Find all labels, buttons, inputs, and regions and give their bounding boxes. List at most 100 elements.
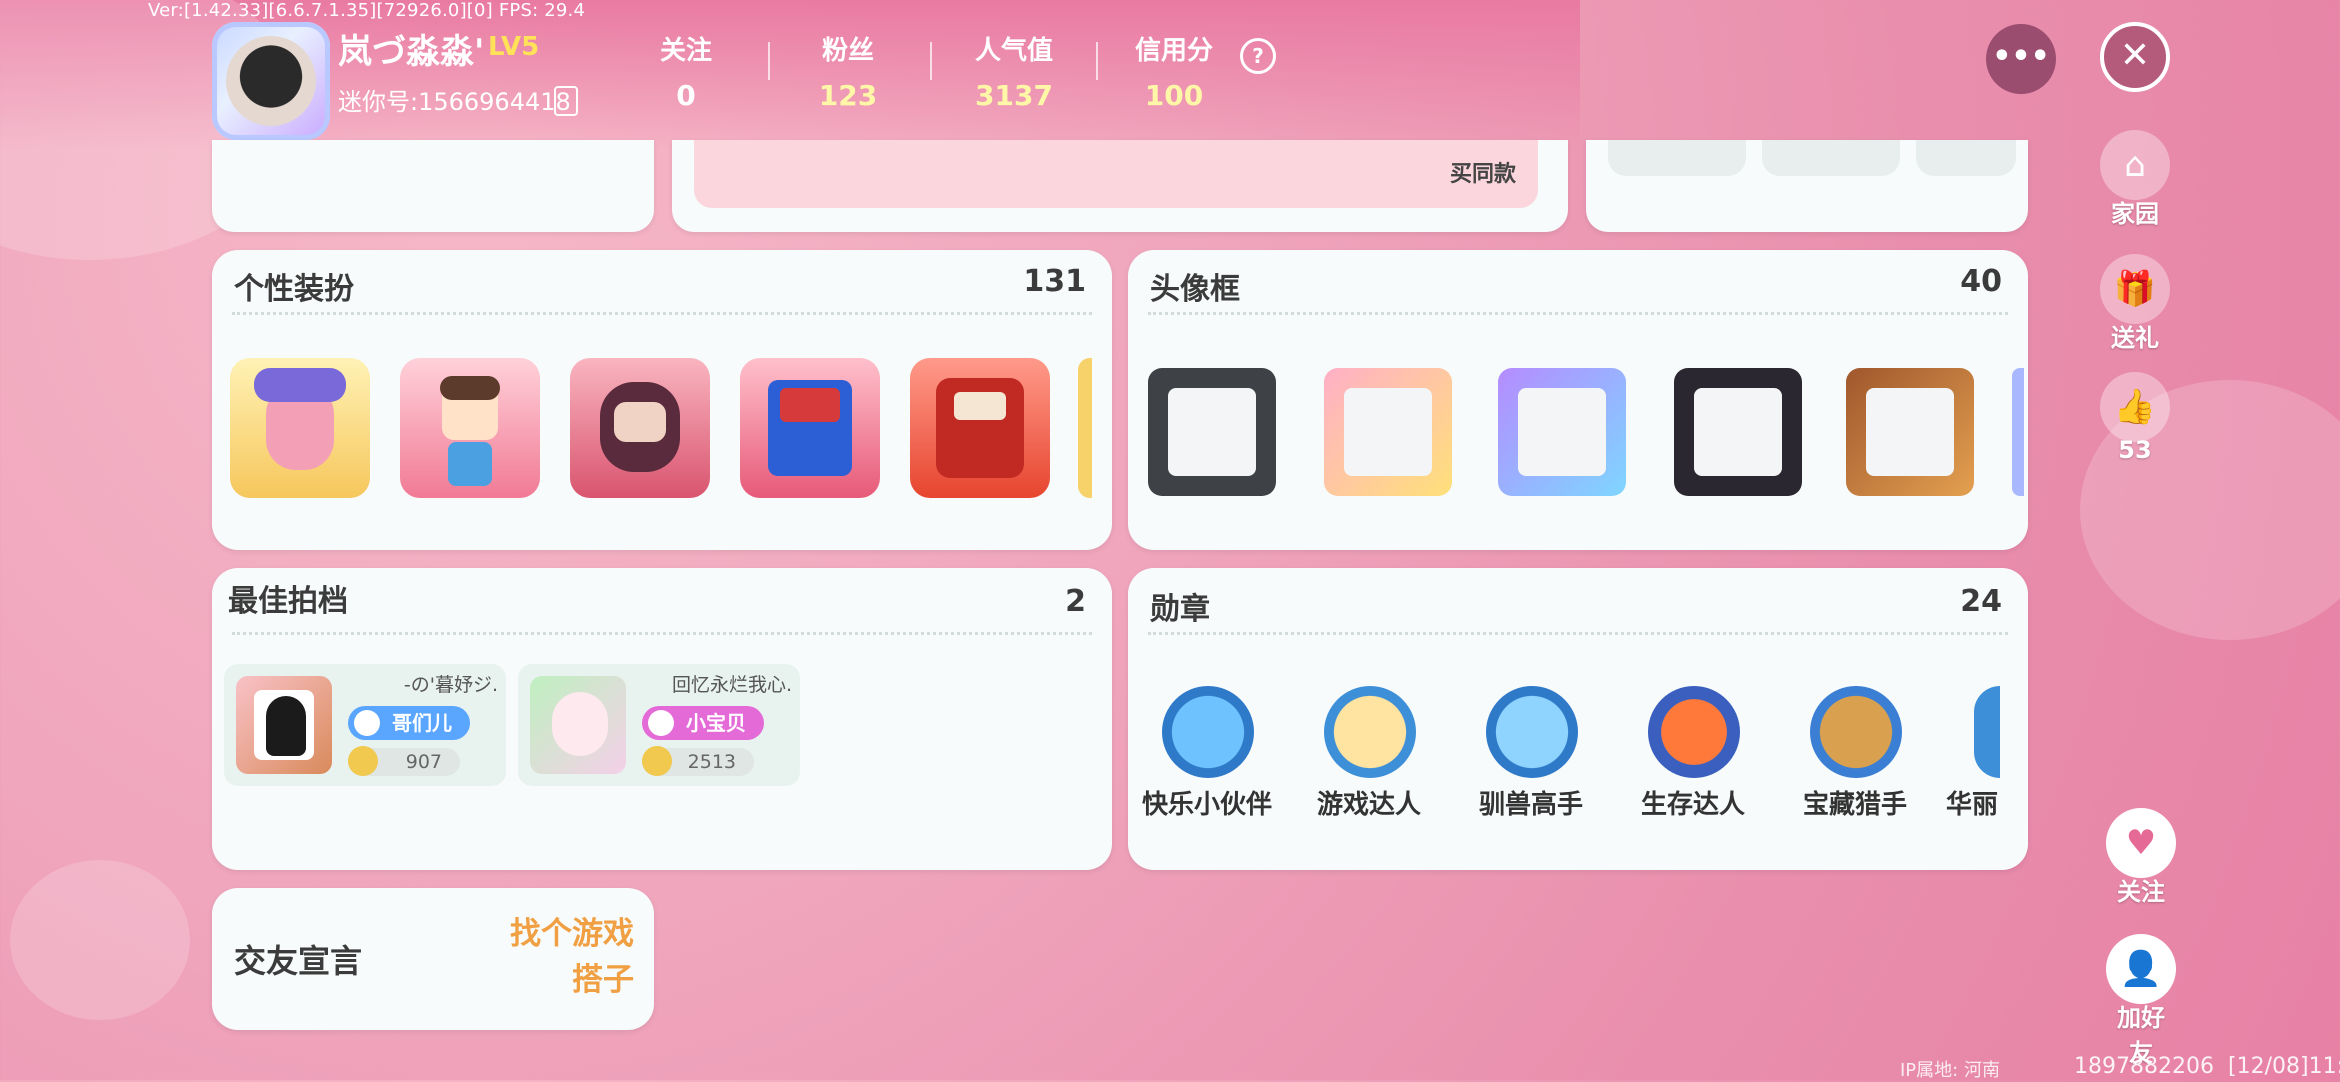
dotted-divider: [232, 632, 1092, 635]
copy-icon[interactable]: [554, 86, 578, 116]
divider: [930, 42, 932, 80]
profile-nickname: 岚づ淼淼': [338, 32, 485, 72]
frame-mech[interactable]: [1148, 368, 1276, 496]
add-friend-button[interactable]: 👤 加好友: [2106, 934, 2176, 1068]
timestamp: [12/08]11:2: [2228, 1054, 2340, 1079]
stat-value: 0: [676, 79, 696, 112]
best-partners-panel[interactable]: 最佳拍档 2 -の'暮妤ジ. 哥们儿 907 回忆永烂我心. 小宝贝 2513: [212, 568, 1112, 870]
close-button[interactable]: ✕: [2100, 22, 2170, 92]
add-user-icon: 👤: [2106, 934, 2176, 1004]
outfits-panel[interactable]: 个性装扮 131: [212, 250, 1112, 550]
stat-popularity[interactable]: 人气值 3137: [944, 30, 1084, 112]
section-count: 40: [1960, 264, 2002, 299]
coin-icon: [642, 746, 672, 776]
frame-forest[interactable]: [1846, 368, 1974, 496]
partner-tag-label: 哥们儿: [392, 711, 452, 735]
dotted-divider: [232, 312, 1092, 315]
medal-icon[interactable]: [1648, 686, 1740, 778]
chip: [1762, 140, 1900, 176]
frame-partial[interactable]: [2012, 368, 2024, 496]
medal-icon[interactable]: [1486, 686, 1578, 778]
stat-value: 100: [1144, 79, 1204, 112]
partner-score-value: 907: [405, 751, 442, 773]
partner-name: -の'暮妤ジ.: [403, 674, 498, 696]
stat-credit[interactable]: 信用分 100: [1104, 30, 1244, 112]
gift-button[interactable]: 🎁 送礼: [2100, 254, 2170, 353]
partner-card[interactable]: 回忆永烂我心. 小宝贝 2513: [518, 664, 800, 786]
outfit-robot-red[interactable]: [910, 358, 1050, 498]
stat-label: 关注: [659, 36, 712, 66]
gift-icon: 🎁: [2100, 254, 2170, 324]
declaration-text-2: 搭子: [572, 962, 634, 998]
medal-name: 华丽: [1946, 790, 1999, 820]
medal-icon[interactable]: [1162, 686, 1254, 778]
partner-score-value: 2513: [687, 751, 736, 773]
help-icon[interactable]: ?: [1240, 38, 1276, 74]
declaration-label: 交友宣言: [234, 942, 363, 980]
follow-label: 关注: [2117, 878, 2165, 906]
user-id: 1897882206: [2074, 1054, 2214, 1079]
partner-name: 回忆永烂我心.: [671, 674, 792, 696]
top-panel-left: [212, 140, 654, 232]
stat-value: 123: [818, 79, 878, 112]
top-panel-middle[interactable]: 买同款: [672, 140, 1568, 232]
follow-button[interactable]: ♥ 关注: [2106, 808, 2176, 907]
dotted-divider: [1148, 312, 2008, 315]
heart-plus-icon: ♥: [2106, 808, 2176, 878]
level-badge: LV5: [488, 32, 540, 62]
partner-tag-label: 小宝贝: [686, 711, 746, 735]
divider: [1096, 42, 1098, 80]
section-title: 最佳拍档: [228, 584, 348, 619]
chip: [1916, 140, 2016, 176]
stat-following[interactable]: 关注 0: [616, 30, 756, 112]
medals-panel[interactable]: 勋章 24 快乐小伙伴 游戏达人 驯兽高手 生存达人 宝藏猎手 华丽: [1128, 568, 2028, 870]
mini-id: 迷你号:1566964418: [338, 88, 571, 116]
coin-icon: [348, 746, 378, 776]
partner-card[interactable]: -の'暮妤ジ. 哥们儿 907: [224, 664, 506, 786]
medal-name: 生存达人: [1640, 790, 1745, 820]
stat-label: 人气值: [974, 36, 1053, 66]
stat-label: 粉丝: [821, 36, 874, 66]
avatar-frames-panel[interactable]: 头像框 40: [1128, 250, 2028, 550]
stat-label: 信用分: [1134, 36, 1213, 66]
partner-avatar: [236, 676, 332, 774]
medal-icon[interactable]: [1324, 686, 1416, 778]
debug-info: Ver:[1.42.33][6.6.7.1.35][72926.0][0] FP…: [148, 0, 586, 21]
declaration-panel: 交友宣言 找个游戏 搭子: [212, 888, 654, 1030]
partner-tag: 哥们儿: [348, 706, 470, 740]
gift-label: 送礼: [2111, 324, 2159, 352]
dotted-divider: [1148, 632, 2008, 635]
stat-value: 3137: [975, 79, 1053, 112]
home-label: 家园: [2111, 200, 2159, 228]
outfit-boy[interactable]: [400, 358, 540, 498]
section-count: 2: [1065, 584, 1086, 619]
partner-avatar: [530, 676, 626, 774]
medal-icon[interactable]: [1810, 686, 1902, 778]
like-button[interactable]: 👍 53: [2100, 372, 2170, 464]
outfit-jester[interactable]: [230, 358, 370, 498]
more-button[interactable]: •••: [1986, 24, 2056, 94]
outfit-partial[interactable]: [1078, 358, 1092, 498]
stat-fans[interactable]: 粉丝 123: [778, 30, 918, 112]
chip: [1608, 140, 1746, 176]
partner-score: 907: [348, 746, 460, 776]
section-title: 个性装扮: [234, 272, 354, 307]
profile-avatar[interactable]: [212, 22, 330, 140]
outfit-robot-blue[interactable]: [740, 358, 880, 498]
outfit-horned[interactable]: [570, 358, 710, 498]
medal-name: 游戏达人: [1316, 790, 1421, 820]
buy-same-label[interactable]: 买同款: [1450, 156, 1516, 188]
section-title: 勋章: [1150, 592, 1210, 627]
partner-score: 2513: [642, 746, 754, 776]
frame-candy[interactable]: [1324, 368, 1452, 496]
partner-tag: 小宝贝: [642, 706, 764, 740]
home-button[interactable]: ⌂ 家园: [2100, 130, 2170, 229]
medal-name: 宝藏猎手: [1802, 790, 1907, 820]
medal-icon[interactable]: [1974, 686, 2000, 778]
avatar-image: [226, 36, 316, 126]
frame-cat[interactable]: [1674, 368, 1802, 496]
declaration-text-1: 找个游戏: [510, 916, 634, 952]
frame-star[interactable]: [1498, 368, 1626, 496]
top-panel-right: [1586, 140, 2028, 232]
medal-name: 驯兽高手: [1478, 790, 1583, 820]
